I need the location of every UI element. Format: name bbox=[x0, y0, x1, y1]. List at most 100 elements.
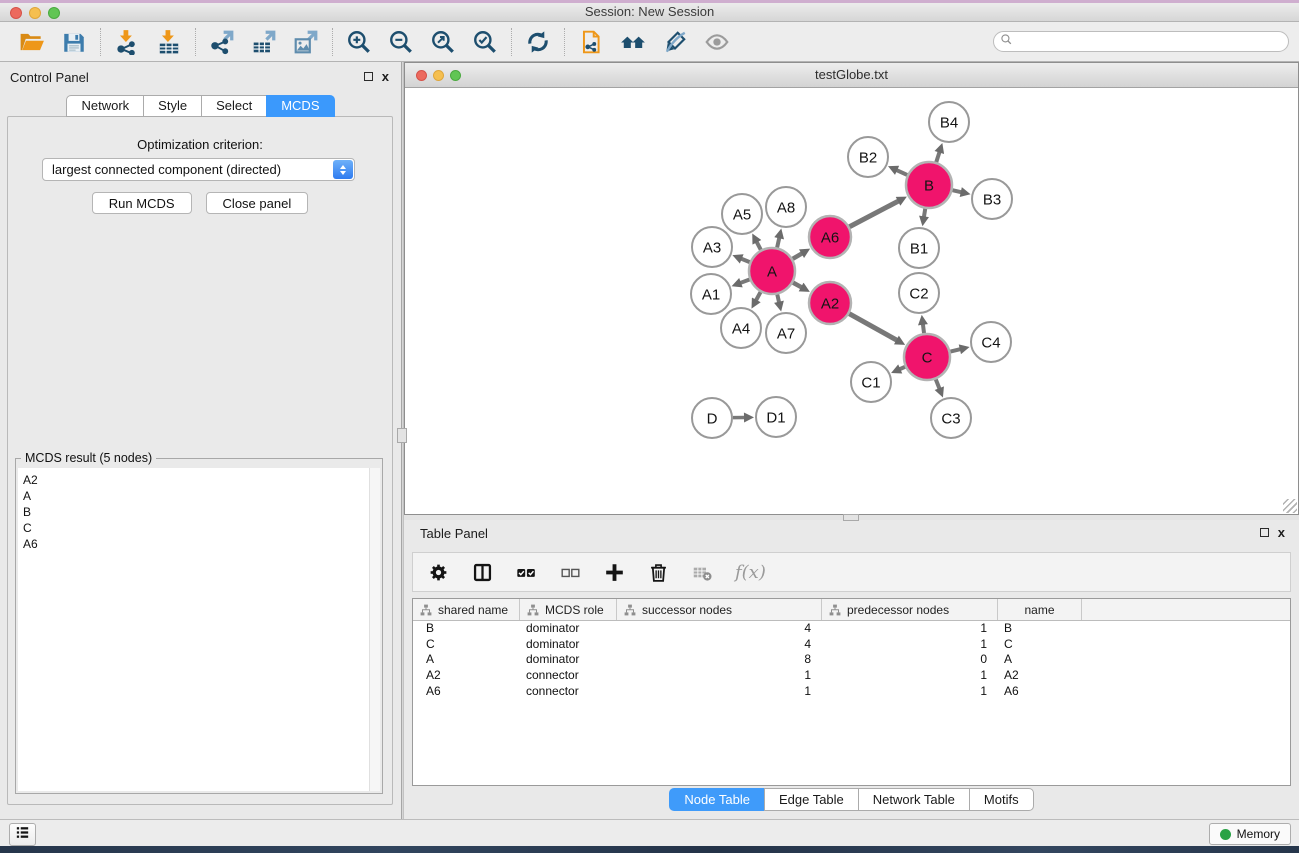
table-cell[interactable]: 1 bbox=[822, 668, 998, 684]
tab-network-table[interactable]: Network Table bbox=[858, 788, 970, 811]
table-cell[interactable]: 4 bbox=[617, 621, 822, 637]
edge-A-A1[interactable] bbox=[740, 279, 750, 283]
table-cell[interactable]: 1 bbox=[822, 621, 998, 637]
show-hide-eye-icon[interactable] bbox=[701, 26, 733, 58]
zoom-fit-icon[interactable] bbox=[427, 26, 459, 58]
tab-motifs[interactable]: Motifs bbox=[969, 788, 1034, 811]
table-cell[interactable]: dominator bbox=[520, 652, 617, 668]
run-mcds-button[interactable]: Run MCDS bbox=[92, 192, 192, 214]
task-history-button[interactable] bbox=[9, 823, 36, 846]
edge-B-B2[interactable] bbox=[896, 170, 907, 175]
float-panel-icon[interactable] bbox=[364, 72, 373, 81]
horizontal-split-handle[interactable] bbox=[843, 514, 859, 521]
column-header-predecessor-nodes[interactable]: predecessor nodes bbox=[822, 599, 998, 620]
column-header-successor-nodes[interactable]: successor nodes bbox=[617, 599, 822, 620]
zoom-window-button[interactable] bbox=[48, 7, 60, 19]
edge-A2-C[interactable] bbox=[849, 314, 897, 341]
mcds-result-item[interactable]: A6 bbox=[23, 536, 369, 552]
close-table-panel-icon[interactable]: x bbox=[1278, 527, 1285, 538]
import-table-icon[interactable] bbox=[153, 26, 185, 58]
delete-column-icon[interactable] bbox=[645, 559, 671, 585]
table-cell[interactable]: dominator bbox=[520, 621, 617, 637]
zoom-selected-icon[interactable] bbox=[469, 26, 501, 58]
export-image-icon[interactable] bbox=[290, 26, 322, 58]
network-minimize-button[interactable] bbox=[433, 70, 444, 81]
table-cell[interactable]: A2 bbox=[413, 668, 520, 684]
window-resize-grip[interactable] bbox=[1283, 499, 1297, 513]
mcds-result-item[interactable]: A bbox=[23, 488, 369, 504]
mcds-list-scrollbar[interactable] bbox=[369, 468, 380, 791]
table-cell[interactable]: A bbox=[413, 652, 520, 668]
select-all-icon[interactable] bbox=[513, 559, 539, 585]
edge-A-A8[interactable] bbox=[777, 237, 779, 247]
deselect-all-icon[interactable] bbox=[557, 559, 583, 585]
network-zoom-button[interactable] bbox=[450, 70, 461, 81]
close-panel-button[interactable]: Close panel bbox=[206, 192, 309, 214]
graphics-details-icon[interactable] bbox=[659, 26, 691, 58]
table-row[interactable]: Cdominator41C bbox=[413, 637, 1290, 653]
table-cell[interactable]: A6 bbox=[998, 684, 1082, 700]
memory-button[interactable]: Memory bbox=[1209, 823, 1291, 845]
edge-A-A2[interactable] bbox=[793, 283, 802, 288]
tab-network[interactable]: Network bbox=[66, 95, 144, 117]
edge-B-B1[interactable] bbox=[924, 209, 925, 218]
edge-A-A3[interactable] bbox=[741, 259, 750, 263]
mcds-result-item[interactable]: C bbox=[23, 520, 369, 536]
table-cell[interactable]: 4 bbox=[617, 637, 822, 653]
close-window-button[interactable] bbox=[10, 7, 22, 19]
column-layout-icon[interactable] bbox=[469, 559, 495, 585]
table-cell[interactable]: dominator bbox=[520, 637, 617, 653]
table-cell[interactable]: A6 bbox=[413, 684, 520, 700]
edge-C-C3[interactable] bbox=[936, 379, 940, 389]
tab-select[interactable]: Select bbox=[201, 95, 267, 117]
edge-C-C1[interactable] bbox=[899, 367, 905, 370]
table-cell[interactable]: B bbox=[413, 621, 520, 637]
tab-node-table[interactable]: Node Table bbox=[669, 788, 765, 811]
column-header-MCDS-role[interactable]: MCDS role bbox=[520, 599, 617, 620]
edge-B-B3[interactable] bbox=[952, 190, 961, 192]
table-row[interactable]: Bdominator41B bbox=[413, 621, 1290, 637]
table-cell[interactable]: B bbox=[998, 621, 1082, 637]
table-cell[interactable]: connector bbox=[520, 668, 617, 684]
table-row[interactable]: A6connector11A6 bbox=[413, 684, 1290, 700]
table-row[interactable]: A2connector11A2 bbox=[413, 668, 1290, 684]
search-input[interactable] bbox=[1013, 33, 1288, 50]
table-cell[interactable]: A2 bbox=[998, 668, 1082, 684]
table-cell[interactable]: 1 bbox=[822, 684, 998, 700]
minimize-window-button[interactable] bbox=[29, 7, 41, 19]
edge-B-B4[interactable] bbox=[936, 152, 939, 163]
table-cell[interactable]: 0 bbox=[822, 652, 998, 668]
mcds-result-list[interactable]: A2ABCA6 bbox=[18, 468, 369, 791]
save-session-icon[interactable] bbox=[58, 26, 90, 58]
tab-edge-table[interactable]: Edge Table bbox=[764, 788, 859, 811]
mcds-result-item[interactable]: A2 bbox=[23, 472, 369, 488]
zoom-out-icon[interactable] bbox=[385, 26, 417, 58]
export-network-icon[interactable] bbox=[206, 26, 238, 58]
tab-style[interactable]: Style bbox=[143, 95, 202, 117]
network-close-button[interactable] bbox=[416, 70, 427, 81]
refresh-icon[interactable] bbox=[522, 26, 554, 58]
table-cell[interactable]: 8 bbox=[617, 652, 822, 668]
table-cell[interactable]: C bbox=[413, 637, 520, 653]
column-header-name[interactable]: name bbox=[998, 599, 1082, 620]
edge-A-A4[interactable] bbox=[756, 292, 761, 301]
table-row[interactable]: Adominator80A bbox=[413, 652, 1290, 668]
edge-A-A6[interactable] bbox=[793, 253, 803, 259]
table-cell[interactable]: C bbox=[998, 637, 1082, 653]
function-builder-fx-icon[interactable]: f(x) bbox=[733, 562, 766, 583]
optimization-criterion-select[interactable]: largest connected component (directed) bbox=[42, 158, 355, 181]
edge-A-A5[interactable] bbox=[756, 241, 760, 249]
network-canvas[interactable]: ABCA2A6A1A3A4A5A7A8B1B2B3B4C1C2C3C4DD1 bbox=[405, 89, 1298, 514]
mcds-result-item[interactable]: B bbox=[23, 504, 369, 520]
edge-C-C4[interactable] bbox=[950, 349, 960, 351]
edge-A6-B[interactable] bbox=[849, 201, 898, 227]
table-cell[interactable]: 1 bbox=[617, 684, 822, 700]
edge-A-A7[interactable] bbox=[777, 294, 779, 302]
tab-mcds[interactable]: MCDS bbox=[266, 95, 334, 117]
cybrowser-home-icon[interactable] bbox=[617, 26, 649, 58]
close-panel-icon[interactable]: x bbox=[382, 71, 389, 82]
add-column-icon[interactable] bbox=[601, 559, 627, 585]
edge-C-C2[interactable] bbox=[923, 324, 924, 333]
settings-gear-icon[interactable] bbox=[425, 559, 451, 585]
network-graph-svg[interactable]: ABCA2A6A1A3A4A5A7A8B1B2B3B4C1C2C3C4DD1 bbox=[405, 89, 1298, 514]
